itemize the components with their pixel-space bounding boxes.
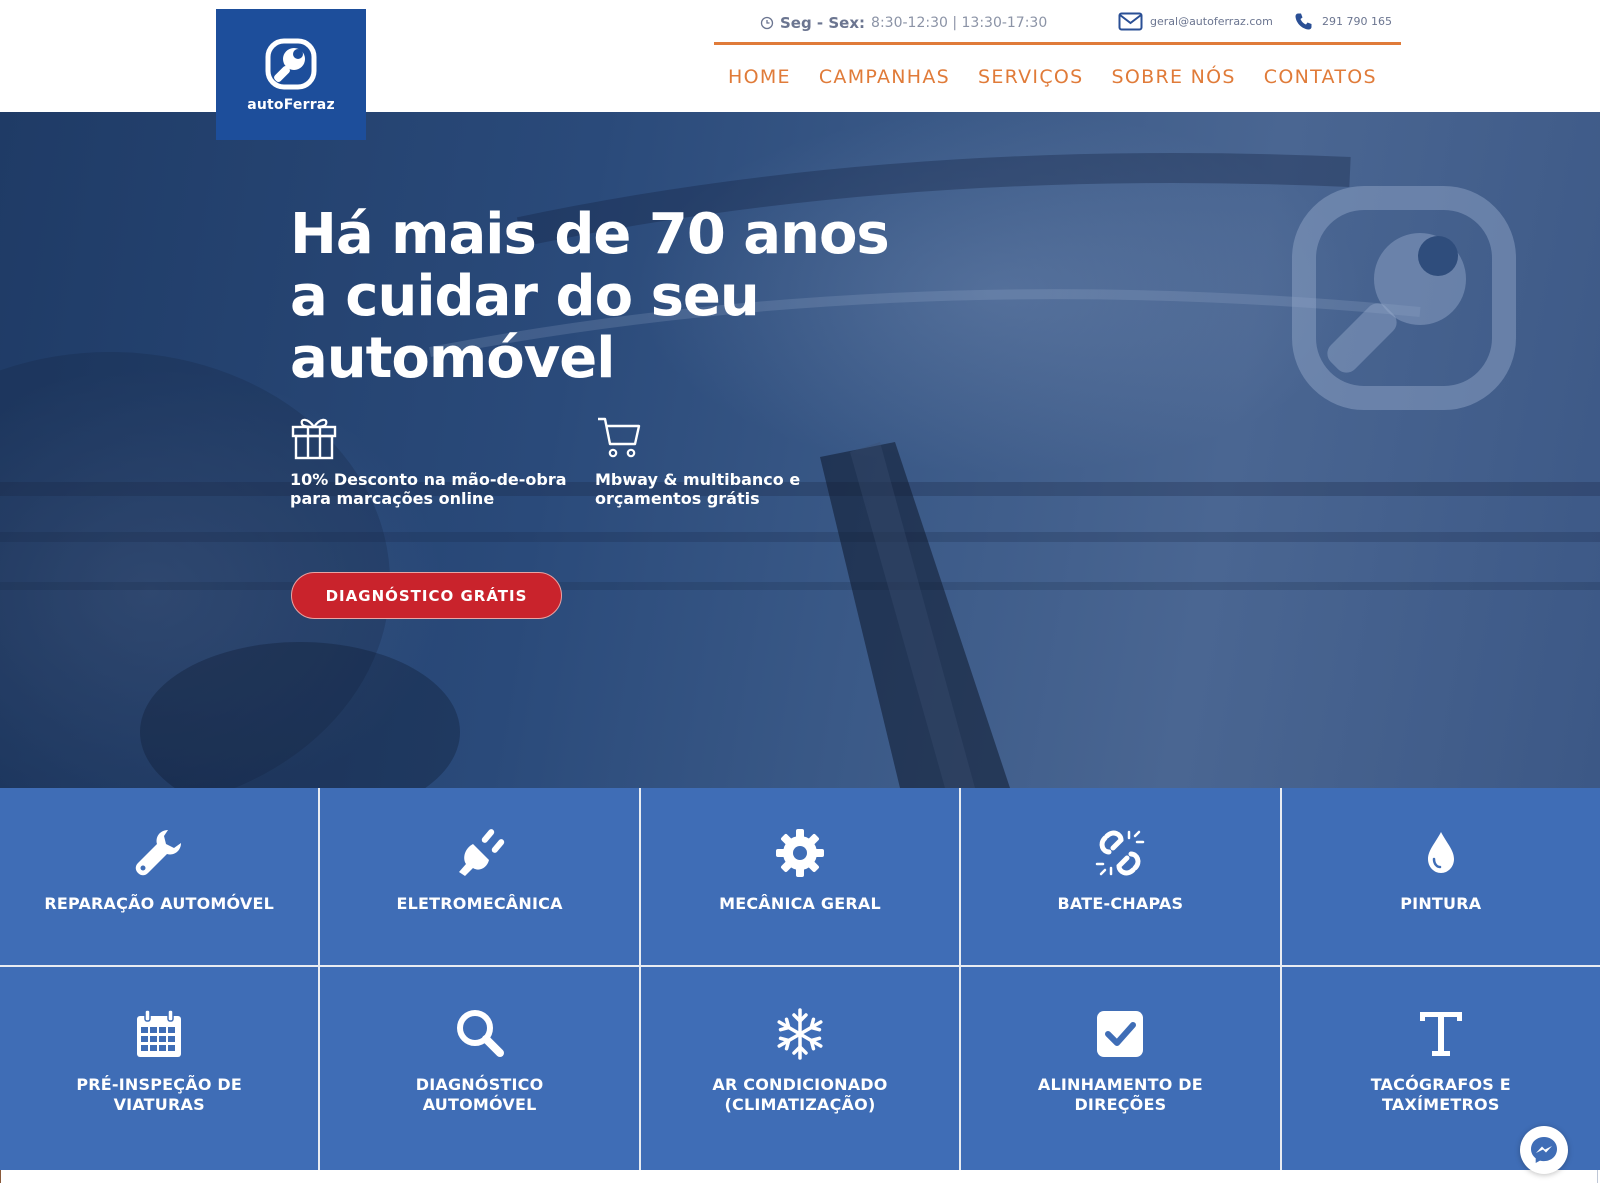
- feature-discount: 10% Desconto na mão-de-obra para marcaçõ…: [290, 414, 590, 508]
- nav-home[interactable]: HOME: [728, 66, 791, 88]
- free-diagnostic-button[interactable]: DIAGNÓSTICO GRÁTIS: [291, 572, 562, 619]
- wrench-badge-icon: [1292, 186, 1516, 410]
- logo-text: autoFerraz: [247, 97, 335, 113]
- mail-icon: [1118, 12, 1143, 31]
- service-label: AR CONDICIONADO (CLIMATIZAÇÃO): [712, 1075, 888, 1114]
- main-nav: HOME CAMPANHAS SERVIÇOS SOBRE NÓS CONTAT…: [728, 66, 1405, 88]
- phone-icon: [1295, 13, 1312, 30]
- service-diagnostico-automovel[interactable]: DIAGNÓSTICO AUTOMÓVEL: [320, 967, 639, 1170]
- snowflake-icon: [777, 1008, 823, 1060]
- service-label: TACÓGRAFOS E TAXÍMETROS: [1370, 1075, 1511, 1114]
- service-label: ELETROMECÂNICA: [396, 894, 563, 913]
- service-label: PRÉ-INSPEÇÃO DE VIATURAS: [76, 1075, 243, 1114]
- service-bate-chapas[interactable]: BATE-CHAPAS: [961, 788, 1280, 965]
- service-eletromecanica[interactable]: ELETROMECÂNICA: [320, 788, 639, 965]
- messenger-chat-button[interactable]: [1520, 1126, 1568, 1174]
- services-grid: REPARAÇÃO AUTOMÓVEL ELETROMECÂNICA MECÂN…: [0, 788, 1600, 1170]
- service-label: MECÂNICA GERAL: [719, 894, 881, 913]
- service-label: PINTURA: [1400, 894, 1482, 913]
- service-mecanica-geral[interactable]: MECÂNICA GERAL: [640, 788, 960, 965]
- gear-icon: [775, 829, 824, 877]
- wrench-icon: [135, 830, 182, 876]
- calendar-icon: [137, 1009, 182, 1057]
- gift-icon: [291, 418, 337, 460]
- service-ar-condicionado[interactable]: AR CONDICIONADO (CLIMATIZAÇÃO): [640, 967, 960, 1170]
- drop-icon: [1427, 832, 1454, 873]
- text-icon: [1419, 1012, 1462, 1056]
- hours-label: Seg - Sex:: [780, 14, 866, 32]
- service-reparacao-automovel[interactable]: REPARAÇÃO AUTOMÓVEL: [0, 788, 319, 965]
- feature-payment-text: Mbway & multibanco e orçamentos grátis: [595, 470, 801, 508]
- hours-value: 8:30-12:30 | 13:30-17:30: [871, 15, 1048, 31]
- broken-link-icon: [1096, 830, 1145, 876]
- feature-payment: Mbway & multibanco e orçamentos grátis: [595, 414, 855, 508]
- service-label: BATE-CHAPAS: [1057, 894, 1184, 913]
- nav-contatos[interactable]: CONTATOS: [1264, 66, 1377, 88]
- phone-contact[interactable]: 291 790 165: [1294, 12, 1392, 31]
- nav-sobre-nos[interactable]: SOBRE NÓS: [1112, 66, 1236, 88]
- cart-icon: [598, 417, 641, 458]
- plug-icon: [458, 829, 504, 876]
- service-label: DIAGNÓSTICO AUTOMÓVEL: [415, 1075, 544, 1114]
- service-label: REPARAÇÃO AUTOMÓVEL: [44, 894, 275, 913]
- email-contact[interactable]: geral@autoferraz.com: [1118, 12, 1273, 31]
- checkbox-icon: [1097, 1011, 1144, 1057]
- feature-discount-text: 10% Desconto na mão-de-obra para marcaçõ…: [290, 470, 567, 508]
- search-icon: [456, 1010, 504, 1057]
- service-alinhamento-direcoes[interactable]: ALINHAMENTO DE DIREÇÕES: [961, 967, 1280, 1170]
- nav-campanhas[interactable]: CAMPANHAS: [819, 66, 950, 88]
- service-pintura[interactable]: PINTURA: [1281, 788, 1600, 965]
- phone-text: 291 790 165: [1322, 15, 1392, 28]
- logo[interactable]: autoFerraz: [216, 9, 366, 140]
- nav-divider: [714, 42, 1401, 45]
- clock-icon: [760, 16, 774, 30]
- service-label: ALINHAMENTO DE DIREÇÕES: [1037, 1075, 1203, 1114]
- hero-banner: Há mais de 70 anos a cuidar do seu autom…: [0, 112, 1600, 788]
- wrench-logo-icon: [265, 38, 317, 90]
- hero-title: Há mais de 70 anos a cuidar do seu autom…: [290, 202, 890, 391]
- nav-servicos[interactable]: SERVIÇOS: [978, 66, 1084, 88]
- opening-hours: Seg - Sex: 8:30-12:30 | 13:30-17:30: [760, 12, 1047, 34]
- service-pre-inspecao[interactable]: PRÉ-INSPEÇÃO DE VIATURAS: [0, 967, 319, 1170]
- site-header: autoFerraz Seg - Sex: 8:30-12:30 | 13:30…: [0, 0, 1600, 140]
- messenger-icon: [1531, 1137, 1557, 1163]
- email-text: geral@autoferraz.com: [1150, 15, 1273, 28]
